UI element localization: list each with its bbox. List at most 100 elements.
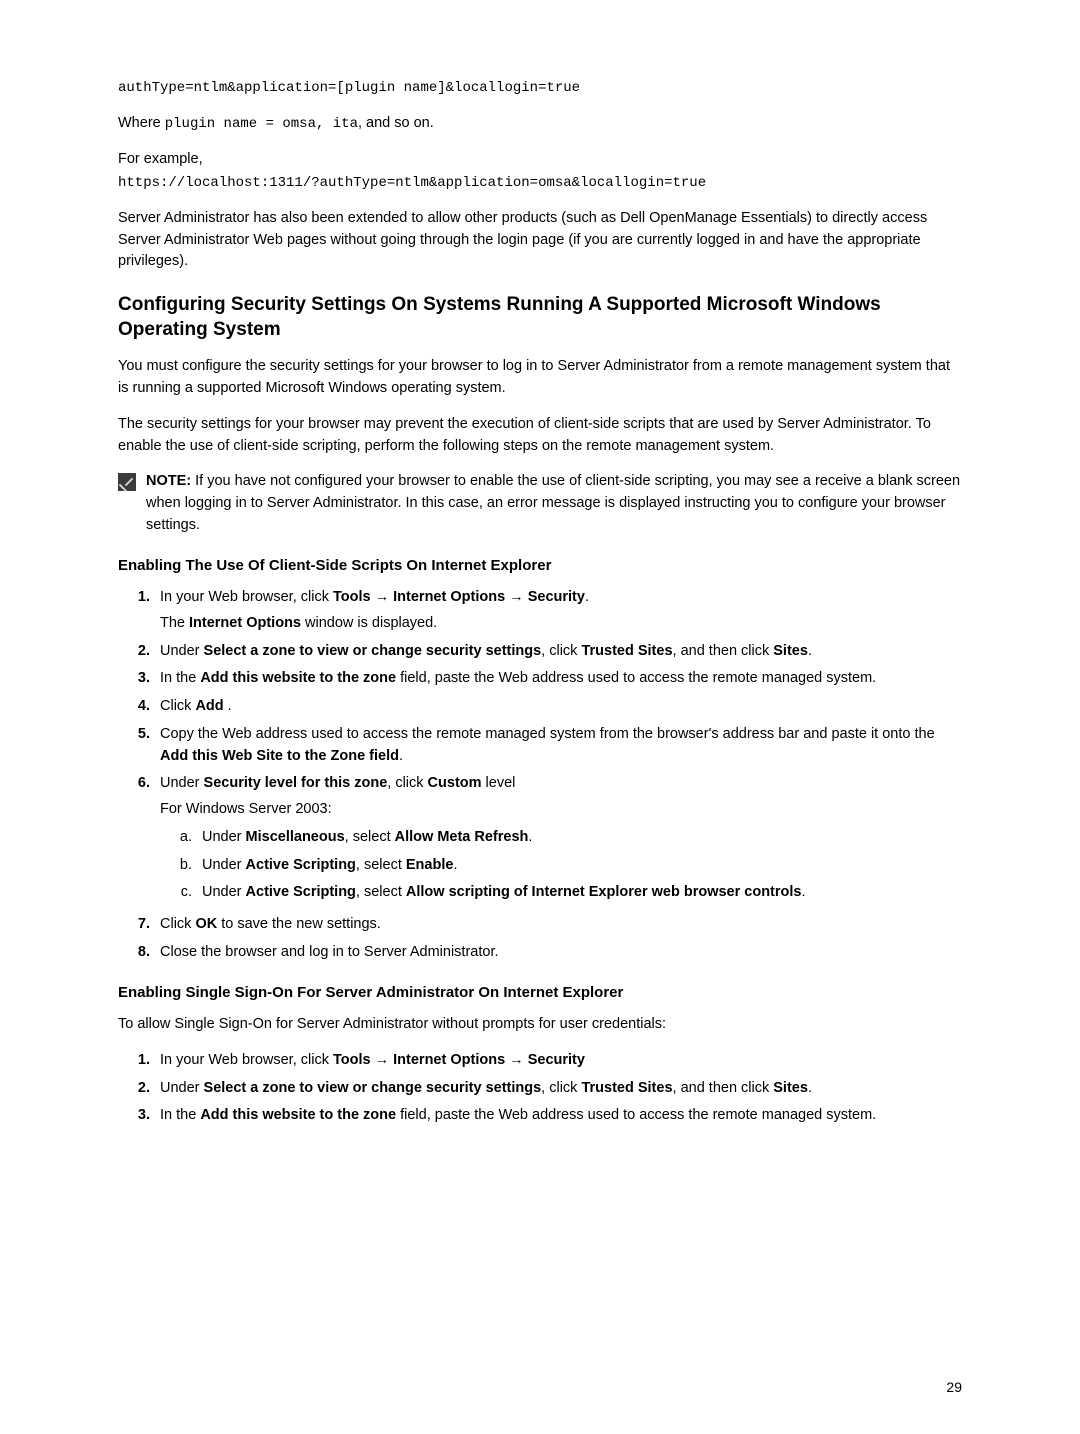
ui-term: Security (528, 589, 585, 605)
text: Click (160, 916, 195, 932)
text: In your Web browser, click (160, 589, 333, 605)
note-label: NOTE: (146, 473, 195, 489)
text: field, paste the Web address used to acc… (396, 670, 876, 686)
ui-term: Select a zone to view or change security… (204, 1080, 542, 1096)
ui-term: Allow scripting of Internet Explorer web… (406, 884, 802, 900)
text: In the (160, 670, 200, 686)
text: . (528, 829, 532, 845)
text: . (399, 748, 403, 764)
ui-term: Security level for this zone (204, 775, 388, 791)
ordered-list: In your Web browser, click Tools → Inter… (118, 1050, 962, 1127)
text: , and then click (673, 643, 774, 659)
code-inline: plugin name = omsa, ita (165, 116, 358, 132)
paragraph: Server Administrator has also been exten… (118, 208, 962, 273)
ui-term: Allow Meta Refresh (395, 829, 529, 845)
text: . (808, 1080, 812, 1096)
page-number: 29 (946, 1377, 962, 1398)
text: In your Web browser, click (160, 1052, 333, 1068)
list-item: In your Web browser, click Tools → Inter… (154, 587, 962, 635)
ui-term: Internet Options (393, 589, 505, 605)
heading-3: Enabling Single Sign-On For Server Admin… (118, 982, 962, 1005)
text: Click (160, 698, 195, 714)
text: . (453, 857, 457, 873)
ui-term: Tools (333, 1052, 371, 1068)
list-item: Click Add . (154, 696, 962, 718)
text: Under (202, 884, 246, 900)
note-block: NOTE: If you have not configured your br… (118, 471, 962, 536)
text: Under (160, 775, 204, 791)
ui-term: Security (528, 1052, 585, 1068)
text: , click (387, 775, 427, 791)
sub-paragraph: For Windows Server 2003: (160, 799, 962, 821)
list-item: Under Active Scripting, select Allow scr… (196, 882, 962, 904)
ui-term: Tools (333, 589, 371, 605)
heading-3: Enabling The Use Of Client-Side Scripts … (118, 555, 962, 578)
text: field, paste the Web address used to acc… (396, 1107, 876, 1123)
ui-term: Internet Options (393, 1052, 505, 1068)
text: Under (202, 857, 246, 873)
ui-term: Active Scripting (246, 884, 356, 900)
text: , click (541, 643, 581, 659)
text: Under (202, 829, 246, 845)
ui-term: Add this website to the zone (200, 1107, 396, 1123)
list-item: Under Select a zone to view or change se… (154, 641, 962, 663)
ui-term: Select a zone to view or change security… (204, 643, 542, 659)
text: If you have not configured your browser … (146, 473, 960, 533)
text: . (585, 589, 589, 605)
text: → (505, 1052, 528, 1068)
text: , and then click (673, 1080, 774, 1096)
list-item: In the Add this website to the zone fiel… (154, 1105, 962, 1127)
paragraph: Where plugin name = omsa, ita, and so on… (118, 113, 962, 135)
list-item: In the Add this website to the zone fiel… (154, 668, 962, 690)
ui-term: Trusted Sites (581, 1080, 672, 1096)
ui-term: Add this website to the zone (200, 670, 396, 686)
ui-term: Sites (773, 1080, 808, 1096)
text: . (801, 884, 805, 900)
text: , and so on. (358, 115, 434, 131)
text: → (371, 1052, 394, 1068)
ui-term: Add this Web Site to the Zone field (160, 748, 399, 764)
text: window is displayed. (301, 615, 437, 631)
text: → (505, 589, 528, 605)
text: to save the new settings. (217, 916, 381, 932)
list-item: Under Active Scripting, select Enable. (196, 855, 962, 877)
text: , select (356, 857, 406, 873)
heading-2: Configuring Security Settings On Systems… (118, 293, 962, 342)
ui-term: Active Scripting (246, 857, 356, 873)
text: Under (160, 1080, 204, 1096)
list-item: Click OK to save the new settings. (154, 914, 962, 936)
ui-term: Trusted Sites (581, 643, 672, 659)
ordered-list-alpha: Under Miscellaneous , select Allow Meta R… (160, 827, 962, 904)
ui-term: Add (195, 698, 223, 714)
paragraph: For example, (118, 149, 962, 171)
text: Under (160, 643, 204, 659)
sub-paragraph: The Internet Options window is displayed… (160, 613, 962, 635)
list-item: Under Select a zone to view or change se… (154, 1078, 962, 1100)
ordered-list: In your Web browser, click Tools → Inter… (118, 587, 962, 964)
text: Where (118, 115, 165, 131)
note-text: NOTE: If you have not configured your br… (146, 471, 962, 536)
paragraph: The security settings for your browser m… (118, 414, 962, 458)
text: Copy the Web address used to access the … (160, 726, 935, 742)
list-item: Under Miscellaneous, select Allow Meta R… (196, 827, 962, 849)
text: , select (356, 884, 406, 900)
list-item: Under Security level for this zone, clic… (154, 773, 962, 904)
ui-term: Custom (428, 775, 482, 791)
ui-term: Internet Options (189, 615, 301, 631)
ui-term: OK (195, 916, 217, 932)
code-line: authType=ntlm&application=[plugin name]&… (118, 78, 962, 99)
text: level (482, 775, 516, 791)
ui-term: Miscellaneous (246, 829, 345, 845)
text: . (224, 698, 232, 714)
paragraph: To allow Single Sign-On for Server Admin… (118, 1014, 962, 1036)
list-item: In your Web browser, click Tools → Inter… (154, 1050, 962, 1072)
text: → (371, 589, 394, 605)
ui-term: Sites (773, 643, 808, 659)
text: In the (160, 1107, 200, 1123)
text: The (160, 615, 189, 631)
text: . (808, 643, 812, 659)
paragraph: You must configure the security settings… (118, 356, 962, 400)
text: , click (541, 1080, 581, 1096)
note-icon (118, 473, 136, 491)
list-item: Copy the Web address used to access the … (154, 724, 962, 768)
